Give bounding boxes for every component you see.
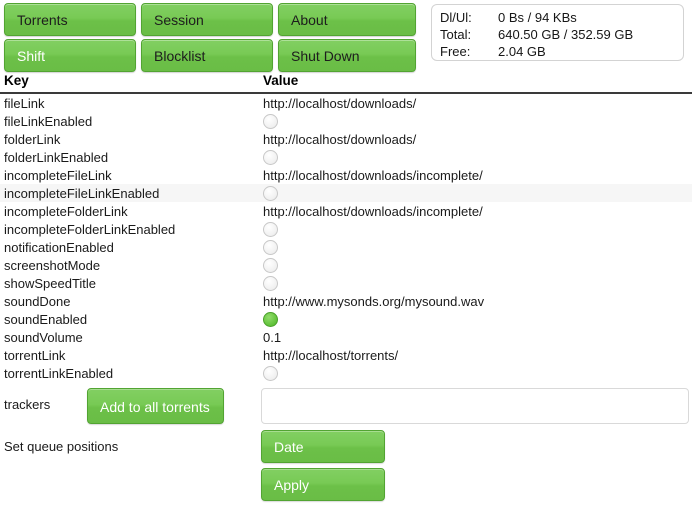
date-button[interactable]: Date [261, 430, 385, 463]
table-cell-key: torrentLinkEnabled [4, 365, 114, 381]
stat-row-dl-ul: Dl/Ul: 0 Bs / 94 KBs [440, 9, 675, 26]
table-cell-value: http://localhost/torrents/ [263, 347, 399, 363]
toggle-off-icon[interactable] [263, 258, 278, 274]
table-row: torrentLinkEnabled [0, 364, 692, 382]
nav-button-blocklist[interactable]: Blocklist [141, 39, 273, 72]
table-cell-value [261, 311, 692, 328]
table-row: incompleteFileLink http://localhost/downl… [0, 166, 692, 184]
table-cell-value [261, 239, 692, 256]
table-cell-key: notificationEnabled [4, 239, 114, 255]
table-cell-value [261, 275, 692, 292]
table-cell-key: fileLink [4, 95, 45, 111]
toggle-off-icon[interactable] [263, 276, 278, 292]
table-cell-key: fileLinkEnabled [4, 113, 93, 129]
table-cell-key: folderLink [4, 131, 61, 147]
table-cell-key: showSpeedTitle [4, 275, 97, 291]
add-to-all-torrents-button[interactable]: Add to all torrents [87, 388, 224, 424]
table-cell-value: http://localhost/downloads/ [263, 131, 417, 147]
table-cell-value: http://www.mysonds.org/mysound.wav [263, 293, 485, 309]
toggle-off-icon[interactable] [263, 366, 278, 382]
table-header-row: Key Value [0, 73, 692, 94]
toggle-off-icon[interactable] [263, 186, 278, 202]
nav-button-shut-down[interactable]: Shut Down [278, 39, 416, 72]
table-row: screenshotMode [0, 256, 692, 274]
queue-positions-row: Set queue positions Date [0, 430, 692, 468]
table-row: soundDone http://www.mysonds.org/mysound.… [0, 292, 692, 310]
nav-button-torrents[interactable]: Torrents [4, 3, 136, 36]
table-row: showSpeedTitle [0, 274, 692, 292]
toggle-off-icon[interactable] [263, 150, 278, 166]
stat-label-dl-ul: Dl/Ul: [440, 10, 472, 25]
nav-button-shift[interactable]: Shift [4, 39, 136, 72]
table-cell-value [261, 257, 692, 274]
table-row: incompleteFolderLinkEnabled [0, 220, 692, 238]
stat-label-free: Free: [440, 44, 471, 59]
trackers-label: trackers [4, 397, 51, 412]
table-cell-key: incompleteFileLink [4, 167, 112, 183]
table-cell-key: screenshotMode [4, 257, 101, 273]
apply-button[interactable]: Apply [261, 468, 385, 501]
stats-panel: Dl/Ul: 0 Bs / 94 KBs Total: 640.50 GB / … [431, 4, 684, 61]
table-row: fileLinkEnabled [0, 112, 692, 130]
table-cell-value [261, 221, 692, 238]
table-row: incompleteFolderLink http://localhost/dow… [0, 202, 692, 220]
toggle-off-icon[interactable] [263, 114, 278, 130]
table-row: folderLink http://localhost/downloads/ [0, 130, 692, 148]
stat-row-total: Total: 640.50 GB / 352.59 GB [440, 26, 675, 43]
table-cell-key: incompleteFolderLink [4, 203, 128, 219]
nav-button-about[interactable]: About [278, 3, 416, 36]
table-row: incompleteFileLinkEnabled [0, 184, 692, 202]
column-header-key: Key [4, 73, 29, 88]
trackers-input[interactable] [261, 388, 689, 424]
table-cell-key: soundVolume [4, 329, 83, 345]
stat-row-free: Free: 2.04 GB [440, 43, 675, 60]
table-cell-value [261, 149, 692, 166]
table-cell-key: soundDone [4, 293, 71, 309]
table-cell-value: http://localhost/downloads/ [263, 95, 417, 111]
table-cell-value [261, 113, 692, 130]
toggle-on-icon[interactable] [263, 312, 278, 328]
table-row: soundVolume 0.1 [0, 328, 692, 346]
table-cell-key: incompleteFileLinkEnabled [4, 185, 160, 201]
stat-value-dl-ul: 0 Bs / 94 KBs [498, 10, 577, 25]
stat-value-total: 640.50 GB / 352.59 GB [498, 27, 634, 42]
table-cell-value: http://localhost/downloads/incomplete/ [263, 203, 483, 219]
table-cell-value [261, 365, 692, 382]
stat-value-free: 2.04 GB [498, 44, 546, 59]
nav-button-session[interactable]: Session [141, 3, 273, 36]
table-row: folderLinkEnabled [0, 148, 692, 166]
column-header-value: Value [263, 73, 299, 88]
table-row: notificationEnabled [0, 238, 692, 256]
set-queue-positions-label: Set queue positions [4, 439, 119, 454]
table-row: soundEnabled [0, 310, 692, 328]
stat-label-total: Total: [440, 27, 472, 42]
table-cell-value [261, 185, 692, 202]
preferences-table: Key Value fileLink http://localhost/downl… [0, 73, 692, 382]
table-row: torrentLink http://localhost/torrents/ [0, 346, 692, 364]
table-cell-value: 0.1 [263, 329, 282, 345]
table-cell-key: soundEnabled [4, 311, 88, 327]
table-body: fileLink http://localhost/downloads/fileL… [0, 94, 692, 382]
table-cell-key: folderLinkEnabled [4, 149, 109, 165]
table-cell-key: torrentLink [4, 347, 66, 363]
table-cell-key: incompleteFolderLinkEnabled [4, 221, 176, 237]
trackers-row: trackers Add to all torrents [0, 385, 692, 427]
toggle-off-icon[interactable] [263, 222, 278, 238]
toggle-off-icon[interactable] [263, 240, 278, 256]
table-row: fileLink http://localhost/downloads/ [0, 94, 692, 112]
table-cell-value: http://localhost/downloads/incomplete/ [263, 167, 483, 183]
